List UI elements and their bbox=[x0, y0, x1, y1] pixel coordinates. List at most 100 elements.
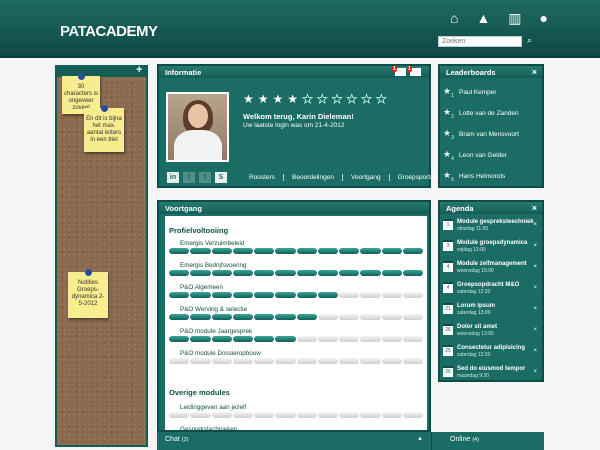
progress-bar bbox=[169, 270, 423, 276]
facebook-icon[interactable]: f bbox=[183, 172, 195, 183]
progress-bar bbox=[169, 336, 423, 342]
agenda-item[interactable]: 4 Groepsopdracht M&O zaterdag 12:30 × bbox=[443, 280, 539, 301]
link-voortgang[interactable]: Voortgang bbox=[341, 174, 389, 181]
close-icon[interactable]: × bbox=[533, 306, 537, 312]
close-icon[interactable]: × bbox=[533, 222, 537, 228]
rating-stars: ★ ★ ★ ★ ★ ★ ★ ★ ★ ★ bbox=[243, 92, 387, 106]
badge-count: 1 bbox=[392, 66, 397, 72]
agenda-item[interactable]: 3 Module groepsdynamica vrijdag 13:00 × bbox=[443, 238, 539, 259]
search-input[interactable]: Zoeken bbox=[438, 36, 522, 47]
user-icon[interactable]: ● bbox=[540, 11, 548, 25]
calendar-icon: 25 bbox=[443, 345, 453, 356]
agenda-item[interactable]: 4 Module zelfmanagement woensdag 15:00 × bbox=[443, 259, 539, 280]
sticky-note[interactable]: En dit is bijna het max. aantal letters … bbox=[84, 105, 124, 152]
social-links: in f t S bbox=[167, 172, 227, 183]
leaderboard-name: Hans Helmonds bbox=[459, 173, 506, 180]
close-icon[interactable]: × bbox=[532, 67, 537, 77]
leaderboard-item[interactable]: ★4 Leon van Gelder bbox=[443, 145, 539, 166]
leaderboards-title: Leaderboards bbox=[440, 66, 542, 78]
book-icon[interactable]: ▥ bbox=[508, 11, 521, 25]
sticky-note[interactable]: Notities Groeps-dynamica 2-5-2012 bbox=[68, 269, 108, 318]
agenda-date: dinsdag 11:00 bbox=[457, 226, 489, 232]
agenda-item[interactable]: 26 Dolor sit amet woensdag 13:00 × bbox=[443, 322, 539, 343]
mail-icon[interactable]: 1 bbox=[407, 66, 421, 76]
progress-row[interactable]: P&O module Jaargesprek bbox=[169, 328, 423, 342]
close-icon[interactable]: × bbox=[533, 285, 537, 291]
calendar-icon: 4 bbox=[443, 282, 453, 293]
logo[interactable]: PATACADEMY bbox=[60, 23, 158, 40]
note-text: Notities Groeps-dynamica 2-5-2012 bbox=[71, 280, 105, 307]
calendar-icon: 4 bbox=[443, 261, 453, 272]
close-icon[interactable]: × bbox=[532, 203, 537, 213]
agenda-date: zaterdag 12:30 bbox=[457, 352, 491, 358]
progress-row[interactable]: Gesprekstechnieken bbox=[169, 426, 423, 430]
leaderboard-list: ★1 Paul Kemper ★2 Lotte van de Zanden ★3 Bram… bbox=[440, 78, 542, 191]
link-roosters[interactable]: Roosters bbox=[241, 174, 283, 181]
agenda-title-text: Module zelfmanagement bbox=[457, 261, 527, 267]
progress-row[interactable]: P&O Algemeen bbox=[169, 284, 423, 298]
linkedin-icon[interactable]: in bbox=[167, 172, 179, 183]
agenda-item[interactable]: 25 Consectetur adipisicing zaterdag 12:30 × bbox=[443, 343, 539, 364]
online-bar[interactable]: Online (4) bbox=[431, 432, 544, 450]
star-icon: ★ bbox=[316, 92, 328, 106]
leaderboards-panel: Leaderboards × ★1 Paul Kemper ★2 Lotte van … bbox=[438, 64, 544, 188]
agenda-list: 1 Module gespreksteechniek dinsdag 11:00 × 3… bbox=[440, 214, 542, 388]
agenda-item[interactable]: 21 Lorum ipsum zaterdag 13:00 × bbox=[443, 301, 539, 322]
agenda-title-text: Sed do eiusmod tempor bbox=[457, 366, 526, 372]
leaderboard-item[interactable]: ★5 Hans Helmonds bbox=[443, 166, 539, 187]
progress-bar bbox=[169, 314, 423, 320]
leaderboard-item[interactable]: ★3 Bram van Mensvoort bbox=[443, 124, 539, 145]
calendar-icon: 3 bbox=[443, 240, 453, 251]
profile-photo bbox=[166, 92, 229, 162]
leaderboard-name: Lotte van de Zanden bbox=[459, 110, 519, 117]
graduation-cap-icon[interactable]: ▲ bbox=[476, 11, 490, 25]
progress-bar bbox=[169, 358, 423, 364]
chat-bar[interactable]: Chat (2) ▲ bbox=[157, 432, 431, 450]
voortgang-body[interactable]: Profielvoltooiing Overige modules Emergi… bbox=[165, 216, 427, 430]
progress-bar bbox=[169, 412, 423, 418]
leaderboard-item[interactable]: ★2 Lotte van de Zanden bbox=[443, 103, 539, 124]
section-overige-modules: Overige modules bbox=[169, 388, 230, 397]
last-login-text: Uw laatste login was om 21-4-2012 bbox=[243, 122, 345, 129]
progress-row[interactable]: P&O module Dossieropbouw bbox=[169, 350, 423, 364]
close-icon[interactable]: × bbox=[533, 243, 537, 249]
medal-icon: ★3 bbox=[443, 128, 454, 141]
link-beoordelingen[interactable]: Beoordelingen bbox=[283, 174, 342, 181]
twitter-icon[interactable]: t bbox=[199, 172, 211, 183]
agenda-item[interactable]: 1 Module gespreksteechniek dinsdag 11:00 × bbox=[443, 217, 539, 238]
progress-bar bbox=[169, 292, 423, 298]
chevron-up-icon[interactable]: ▲ bbox=[417, 436, 423, 442]
star-icon: ★ bbox=[287, 92, 299, 106]
agenda-panel: Agenda × 1 Module gespreksteechniek dinsda… bbox=[438, 200, 544, 382]
close-icon[interactable]: × bbox=[533, 369, 537, 375]
notification-badges: 1 1 bbox=[392, 66, 421, 76]
close-icon[interactable]: × bbox=[533, 264, 537, 270]
star-icon: ★ bbox=[257, 92, 269, 106]
badge-count: 1 bbox=[407, 66, 412, 72]
message-icon[interactable]: 1 bbox=[392, 66, 406, 76]
progress-row[interactable]: Emergis Verzuimbeleid bbox=[169, 240, 423, 254]
agenda-item[interactable]: 26 Sed do eiusmod tempor maandag 9:30 × bbox=[443, 364, 539, 385]
medal-icon: ★5 bbox=[443, 170, 454, 183]
chat-count: (2) bbox=[181, 437, 189, 443]
progress-label: P&O Algemeen bbox=[180, 284, 224, 291]
close-icon[interactable]: × bbox=[533, 348, 537, 354]
add-note-button[interactable]: + bbox=[136, 65, 142, 76]
leaderboard-item[interactable]: ★1 Paul Kemper bbox=[443, 82, 539, 103]
chat-label: Chat bbox=[165, 436, 180, 443]
agenda-date: woensdag 15:00 bbox=[457, 268, 494, 274]
agenda-title-text: Consectetur adipisicing bbox=[457, 345, 526, 351]
star-icon: ★ bbox=[361, 92, 372, 106]
progress-row[interactable]: Emergis Bedrijfsvoering bbox=[169, 262, 423, 276]
close-icon[interactable]: × bbox=[533, 327, 537, 333]
search-icon[interactable]: ⌕ bbox=[527, 35, 532, 46]
welcome-text: Welkom terug, Karin Dieleman! bbox=[243, 112, 354, 121]
online-count: (4) bbox=[472, 437, 479, 443]
top-nav-icons: ⌂ ▲ ▥ ● bbox=[450, 11, 548, 25]
calendar-icon: 26 bbox=[443, 366, 453, 377]
skype-icon[interactable]: S bbox=[215, 172, 227, 183]
home-icon[interactable]: ⌂ bbox=[450, 11, 458, 25]
progress-row[interactable]: Leidinggeven aan jezelf bbox=[169, 404, 423, 418]
star-icon: ★ bbox=[272, 92, 284, 106]
progress-row[interactable]: P&O Werving & selectie bbox=[169, 306, 423, 320]
